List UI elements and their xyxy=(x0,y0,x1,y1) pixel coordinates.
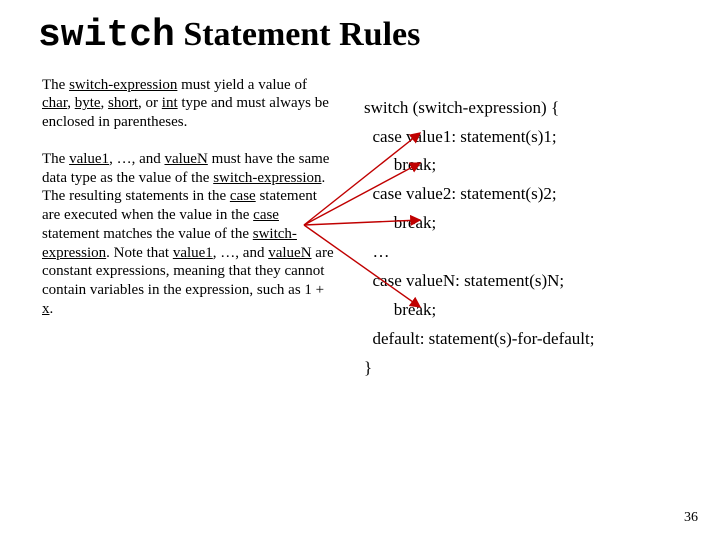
underlined-term: value1 xyxy=(69,151,109,167)
text: The xyxy=(42,77,69,93)
underlined-term: switch-expression xyxy=(69,77,177,93)
text: , xyxy=(101,95,109,111)
left-column: The switch-expression must yield a value… xyxy=(36,76,336,337)
underlined-term: int xyxy=(162,95,178,111)
paragraph-1: The switch-expression must yield a value… xyxy=(42,76,336,132)
underlined-term: short xyxy=(108,95,138,111)
paragraph-2: The value1, …, and valueN must have the … xyxy=(42,150,336,319)
underlined-term: char xyxy=(42,95,67,111)
page-number: 36 xyxy=(684,510,698,526)
text: , …, and xyxy=(109,151,164,167)
code-line: break; xyxy=(364,213,436,232)
underlined-term: case xyxy=(253,207,279,223)
underlined-term: case xyxy=(230,188,256,204)
text: . Note that xyxy=(106,245,173,261)
code-line: case value1: statement(s)1; xyxy=(364,127,557,146)
code-line: } xyxy=(364,358,372,377)
code-line: … xyxy=(364,242,390,261)
slide-title: switch Statement Rules xyxy=(38,14,684,58)
underlined-term: valueN xyxy=(164,151,207,167)
text: , or xyxy=(138,95,162,111)
text: statement matches the value of the xyxy=(42,226,253,242)
code-line: case valueN: statement(s)N; xyxy=(364,271,564,290)
code-line: default: statement(s)-for-default; xyxy=(364,329,594,348)
code-line: break; xyxy=(364,300,436,319)
underlined-term: valueN xyxy=(268,245,311,261)
text: must yield a value of xyxy=(177,77,307,93)
underlined-term: switch-expression xyxy=(213,170,321,186)
text: The xyxy=(42,151,69,167)
slide: switch Statement Rules The switch-expres… xyxy=(0,0,720,540)
underlined-term: x xyxy=(42,301,50,317)
text: . xyxy=(50,301,54,317)
text: , …, and xyxy=(213,245,268,261)
code-line: case value2: statement(s)2; xyxy=(364,184,557,203)
content-columns: The switch-expression must yield a value… xyxy=(36,76,684,383)
title-rest: Statement Rules xyxy=(175,16,421,53)
code-line: switch (switch-expression) { xyxy=(364,98,559,117)
code-block: switch (switch-expression) { case value1… xyxy=(364,76,594,383)
title-code: switch xyxy=(38,14,175,57)
text: , xyxy=(67,95,75,111)
code-line: break; xyxy=(364,155,436,174)
underlined-term: byte xyxy=(75,95,101,111)
underlined-term: value1 xyxy=(173,245,213,261)
